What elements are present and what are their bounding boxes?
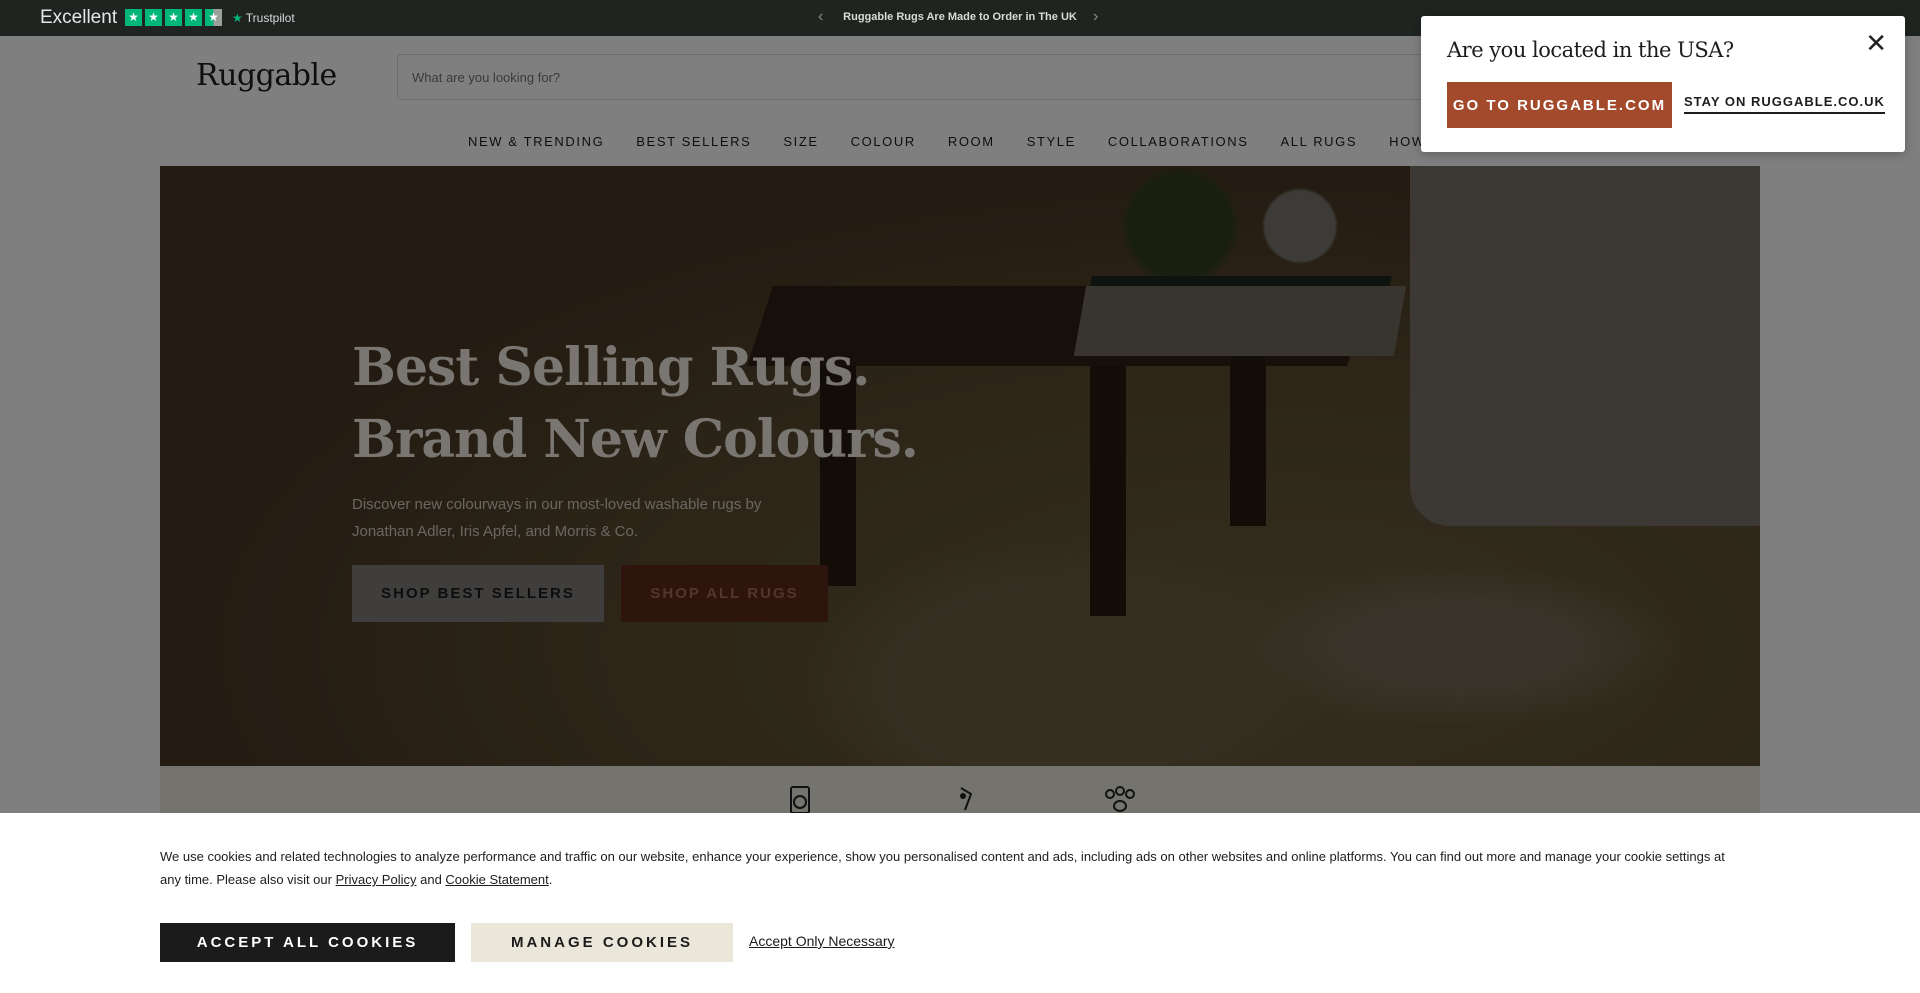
chevron-right-icon[interactable]: ›	[1093, 8, 1098, 26]
cookie-text: We use cookies and related technologies …	[160, 849, 1725, 887]
stay-on-uk-link[interactable]: STAY ON RUGGABLE.CO.UK	[1684, 94, 1885, 114]
close-icon[interactable]: ✕	[1865, 30, 1887, 56]
location-question: Are you located in the USA?	[1447, 38, 1734, 62]
cookie-statement-link[interactable]: Cookie Statement	[445, 872, 548, 887]
cookie-banner: We use cookies and related technologies …	[0, 813, 1920, 993]
accept-all-cookies-button[interactable]: ACCEPT ALL COOKIES	[160, 923, 455, 962]
modal-backdrop[interactable]	[0, 36, 1920, 814]
location-popup: Are you located in the USA? ✕ GO TO RUGG…	[1421, 16, 1905, 152]
accept-only-necessary-link[interactable]: Accept Only Necessary	[749, 933, 895, 949]
go-to-ruggable-com-button[interactable]: GO TO RUGGABLE.COM	[1447, 82, 1672, 128]
privacy-policy-link[interactable]: Privacy Policy	[336, 872, 417, 887]
manage-cookies-button[interactable]: MANAGE COOKIES	[471, 923, 733, 962]
